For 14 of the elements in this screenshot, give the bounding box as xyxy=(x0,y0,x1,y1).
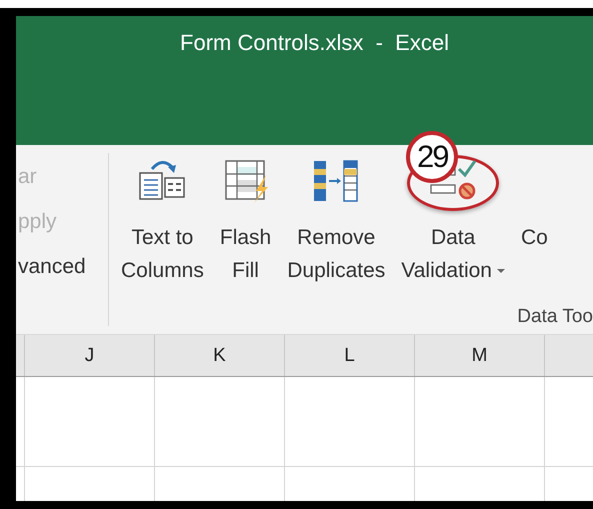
window-title: Form Controls.xlsx - Excel xyxy=(180,30,449,56)
ribbon-button[interactable]: Text to Columns xyxy=(119,159,206,287)
ribbon-button[interactable]: 29 Data Validation xyxy=(399,131,507,287)
ribbon-command[interactable]: vanced xyxy=(18,255,86,279)
column-header[interactable]: M xyxy=(415,335,545,376)
remove-duplicates-icon xyxy=(312,159,360,203)
ribbon-button[interactable]: Flash Fill xyxy=(218,159,274,287)
column-header[interactable]: L xyxy=(285,335,415,376)
columns-split-icon xyxy=(138,159,186,203)
ribbon-button[interactable]: Remove Duplicates xyxy=(285,159,388,287)
group-label: Data Too xyxy=(517,306,593,328)
column-header[interactable]: J xyxy=(25,335,155,376)
ribbon-button[interactable]: Co xyxy=(518,159,550,254)
column-header[interactable]: K xyxy=(155,335,285,376)
